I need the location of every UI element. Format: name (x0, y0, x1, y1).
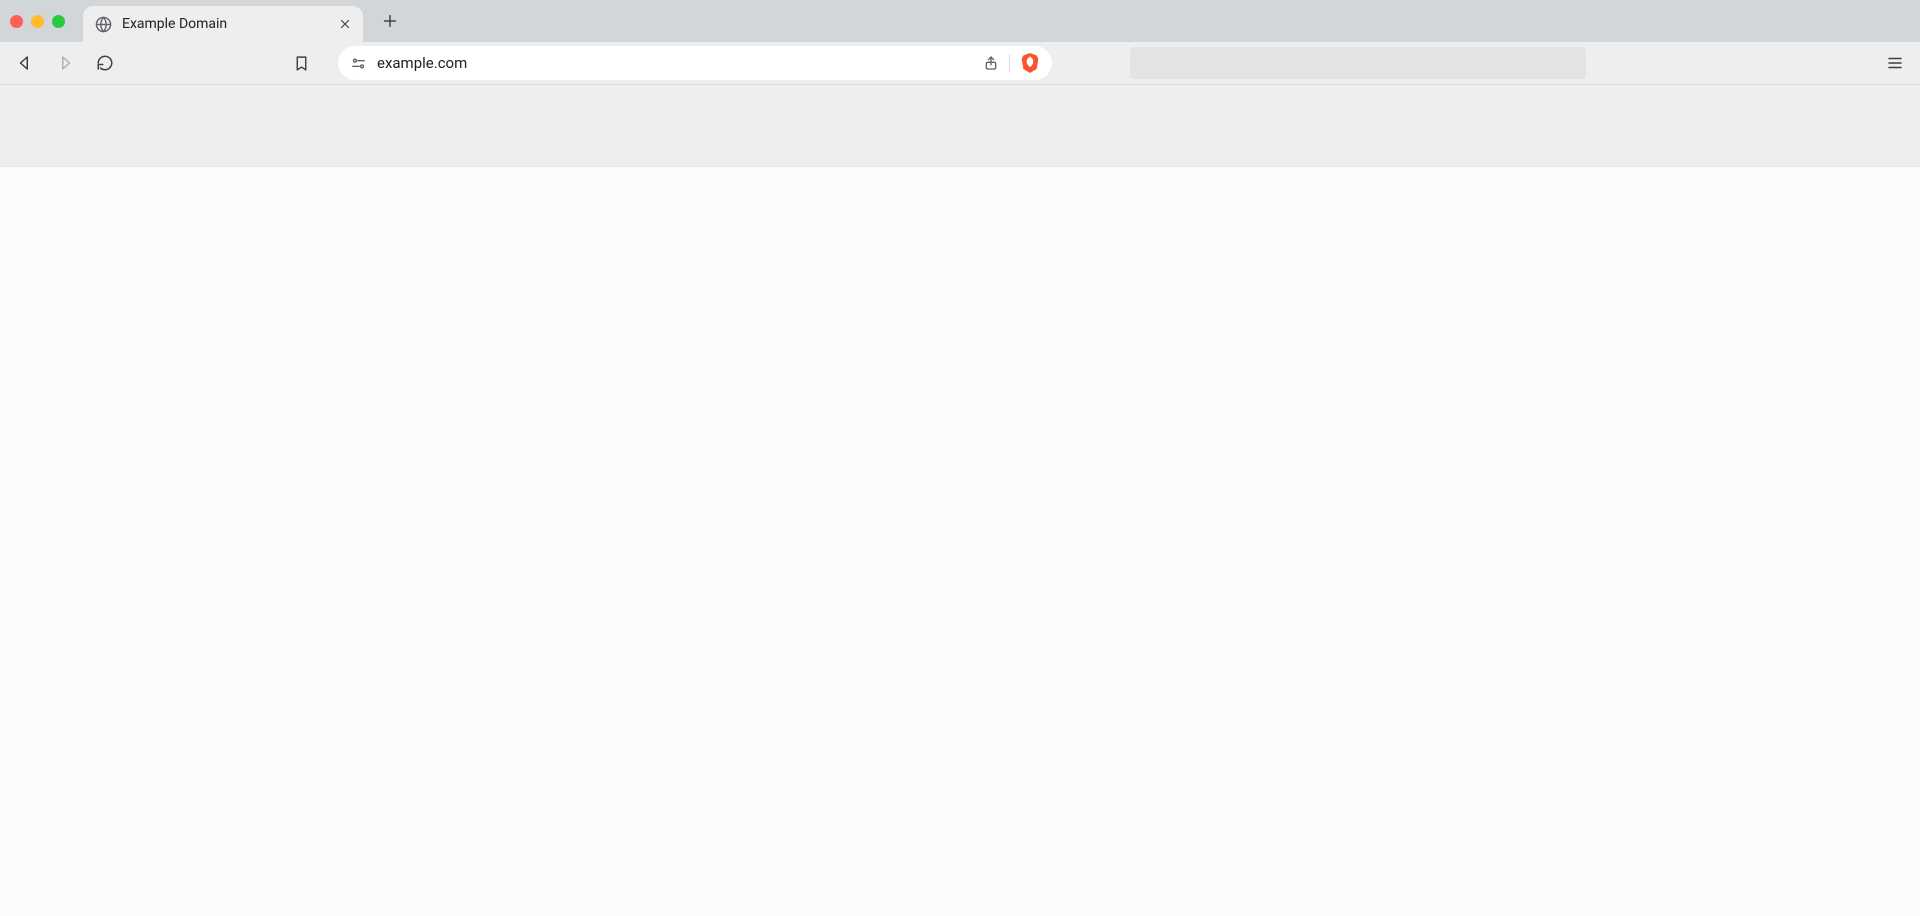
redacted-region (1130, 47, 1586, 79)
window-close-button[interactable] (10, 15, 23, 28)
divider (1009, 54, 1010, 72)
share-icon[interactable] (983, 55, 999, 71)
new-tab-button[interactable] (375, 6, 405, 36)
reload-button[interactable] (88, 46, 122, 80)
toolbar: example.com (0, 42, 1920, 85)
app-menu-button[interactable] (1878, 46, 1912, 80)
window-maximize-button[interactable] (52, 15, 65, 28)
secondary-bar (0, 85, 1920, 167)
window-minimize-button[interactable] (31, 15, 44, 28)
tab-strip: Example Domain (0, 0, 1920, 42)
bookmark-button[interactable] (284, 46, 318, 80)
url-text: example.com (377, 54, 973, 72)
brave-shields-icon[interactable] (1020, 52, 1040, 74)
forward-button[interactable] (48, 46, 82, 80)
back-button[interactable] (8, 46, 42, 80)
globe-icon (95, 16, 112, 33)
site-settings-icon[interactable] (350, 55, 367, 72)
window-controls (10, 15, 65, 28)
close-tab-button[interactable] (339, 18, 351, 30)
address-bar[interactable]: example.com (338, 46, 1052, 80)
tab-title: Example Domain (122, 16, 329, 32)
page-content (0, 167, 1920, 916)
browser-tab[interactable]: Example Domain (83, 6, 363, 42)
